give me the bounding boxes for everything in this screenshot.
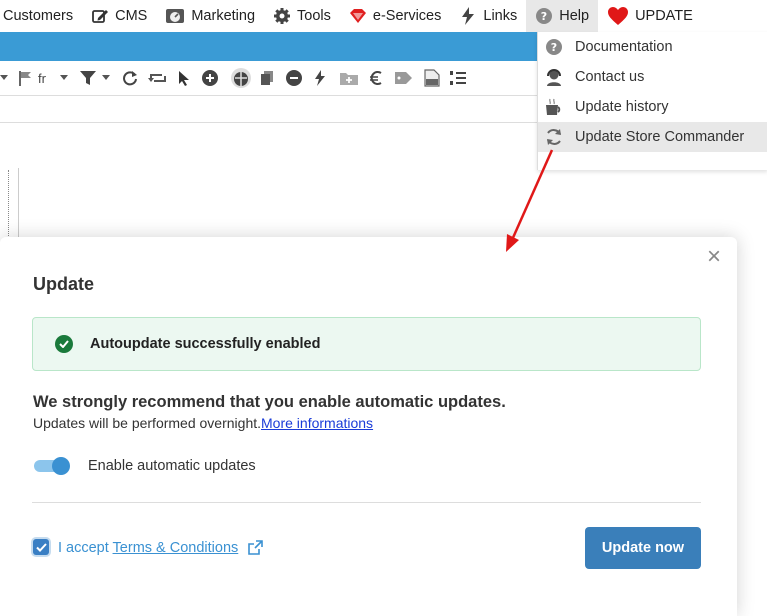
accept-terms-label: I accept Terms & Conditions	[58, 540, 238, 556]
recommend-heading: We strongly recommend that you enable au…	[33, 393, 506, 411]
check-circle-icon	[55, 335, 73, 353]
success-alert: Autoupdate successfully enabled	[32, 317, 701, 371]
panel-divider	[0, 122, 540, 123]
menu-links[interactable]: Links	[450, 0, 526, 32]
help-item-documentation[interactable]: ? Documentation	[538, 32, 767, 62]
price-tag-icon[interactable]	[394, 68, 414, 88]
menu-customers[interactable]: Customers	[0, 0, 82, 32]
add-circle-icon[interactable]	[201, 68, 218, 88]
folder-add-icon[interactable]	[339, 68, 358, 88]
menu-eservices[interactable]: e-Services	[340, 0, 451, 32]
language-select[interactable]: fr	[38, 68, 46, 88]
help-dropdown: ? Documentation Contact us Update histor…	[537, 32, 767, 170]
diamond-icon	[349, 7, 367, 25]
menu-help-label: Help	[559, 8, 590, 24]
help-item-contact-label: Contact us	[575, 69, 645, 85]
menu-eservices-label: e-Services	[372, 8, 442, 24]
lightning-icon[interactable]	[314, 68, 326, 88]
menu-customers-label: Customers	[3, 8, 74, 24]
csv-file-icon[interactable]	[424, 68, 440, 88]
modal-divider	[32, 502, 701, 503]
menu-tools[interactable]: Tools	[264, 0, 340, 32]
help-item-contact[interactable]: Contact us	[538, 62, 767, 92]
help-item-history[interactable]: Update history	[538, 92, 767, 122]
modal-title: Update	[33, 274, 95, 294]
alert-message: Autoupdate successfully enabled	[90, 336, 321, 352]
resize-grip[interactable]	[8, 170, 11, 240]
language-caret-icon[interactable]	[59, 68, 68, 88]
globe-icon[interactable]	[230, 68, 252, 88]
terms-link[interactable]: Terms & Conditions	[113, 540, 239, 556]
heart-icon	[607, 7, 629, 25]
pencil-square-icon	[91, 7, 109, 25]
update-now-button[interactable]: Update now	[585, 527, 701, 569]
menu-tools-label: Tools	[297, 8, 331, 24]
subtext-label: Updates will be performed overnight.	[33, 415, 262, 431]
menu-cms-label: CMS	[115, 8, 148, 24]
toggle-label: Enable automatic updates	[88, 458, 256, 474]
update-modal: × Update Autoupdate successfully enabled…	[0, 237, 737, 616]
euro-icon[interactable]	[369, 68, 382, 88]
svg-text:?: ?	[541, 10, 547, 23]
help-item-documentation-label: Documentation	[575, 39, 673, 55]
menu-links-label: Links	[483, 8, 518, 24]
help-item-history-label: Update history	[575, 99, 669, 115]
recommend-subtext: Updates will be performed overnight.More…	[33, 415, 373, 431]
external-link-icon[interactable]	[248, 540, 263, 560]
more-informations-link[interactable]: More informations	[261, 415, 373, 431]
filter-caret-icon[interactable]	[101, 68, 110, 88]
menu-help[interactable]: ? Help	[526, 0, 599, 32]
toggle-knob	[52, 457, 70, 475]
menu-marketing[interactable]: Marketing	[156, 0, 264, 32]
pointer-icon[interactable]	[178, 68, 190, 88]
gear-icon	[273, 7, 291, 25]
accept-prefix: I accept	[58, 540, 113, 556]
help-item-update-store-label: Update Store Commander	[575, 129, 745, 145]
remove-circle-icon[interactable]	[285, 68, 302, 88]
copy-icon[interactable]	[260, 68, 274, 88]
svg-text:?: ?	[551, 41, 557, 54]
bolt-icon	[459, 7, 477, 25]
language-label: fr	[38, 70, 46, 86]
dashboard-icon	[165, 7, 185, 25]
top-menubar: Customers CMS Marketing Tools e-Services…	[0, 0, 767, 32]
filter-icon[interactable]	[79, 68, 96, 88]
sync-icon[interactable]	[147, 68, 168, 88]
refresh-icon[interactable]	[122, 68, 138, 88]
help-item-update-store[interactable]: Update Store Commander	[538, 122, 767, 152]
menu-update[interactable]: UPDATE	[598, 0, 702, 32]
ordered-list-icon[interactable]	[449, 68, 466, 88]
dropdown-caret-icon[interactable]	[0, 68, 8, 88]
question-circle-icon: ?	[545, 38, 563, 56]
menu-update-label: UPDATE	[635, 8, 693, 24]
autoupdate-toggle[interactable]	[34, 457, 70, 475]
accept-terms-checkbox[interactable]	[33, 539, 49, 555]
question-circle-icon: ?	[535, 7, 553, 25]
coffee-icon	[545, 98, 563, 116]
refresh-icon	[545, 128, 563, 146]
menu-marketing-label: Marketing	[191, 8, 256, 24]
headset-icon	[545, 68, 563, 86]
menu-cms[interactable]: CMS	[82, 0, 156, 32]
flag-icon[interactable]	[18, 68, 32, 88]
close-icon[interactable]: ×	[707, 243, 721, 271]
panel-border	[18, 168, 19, 240]
